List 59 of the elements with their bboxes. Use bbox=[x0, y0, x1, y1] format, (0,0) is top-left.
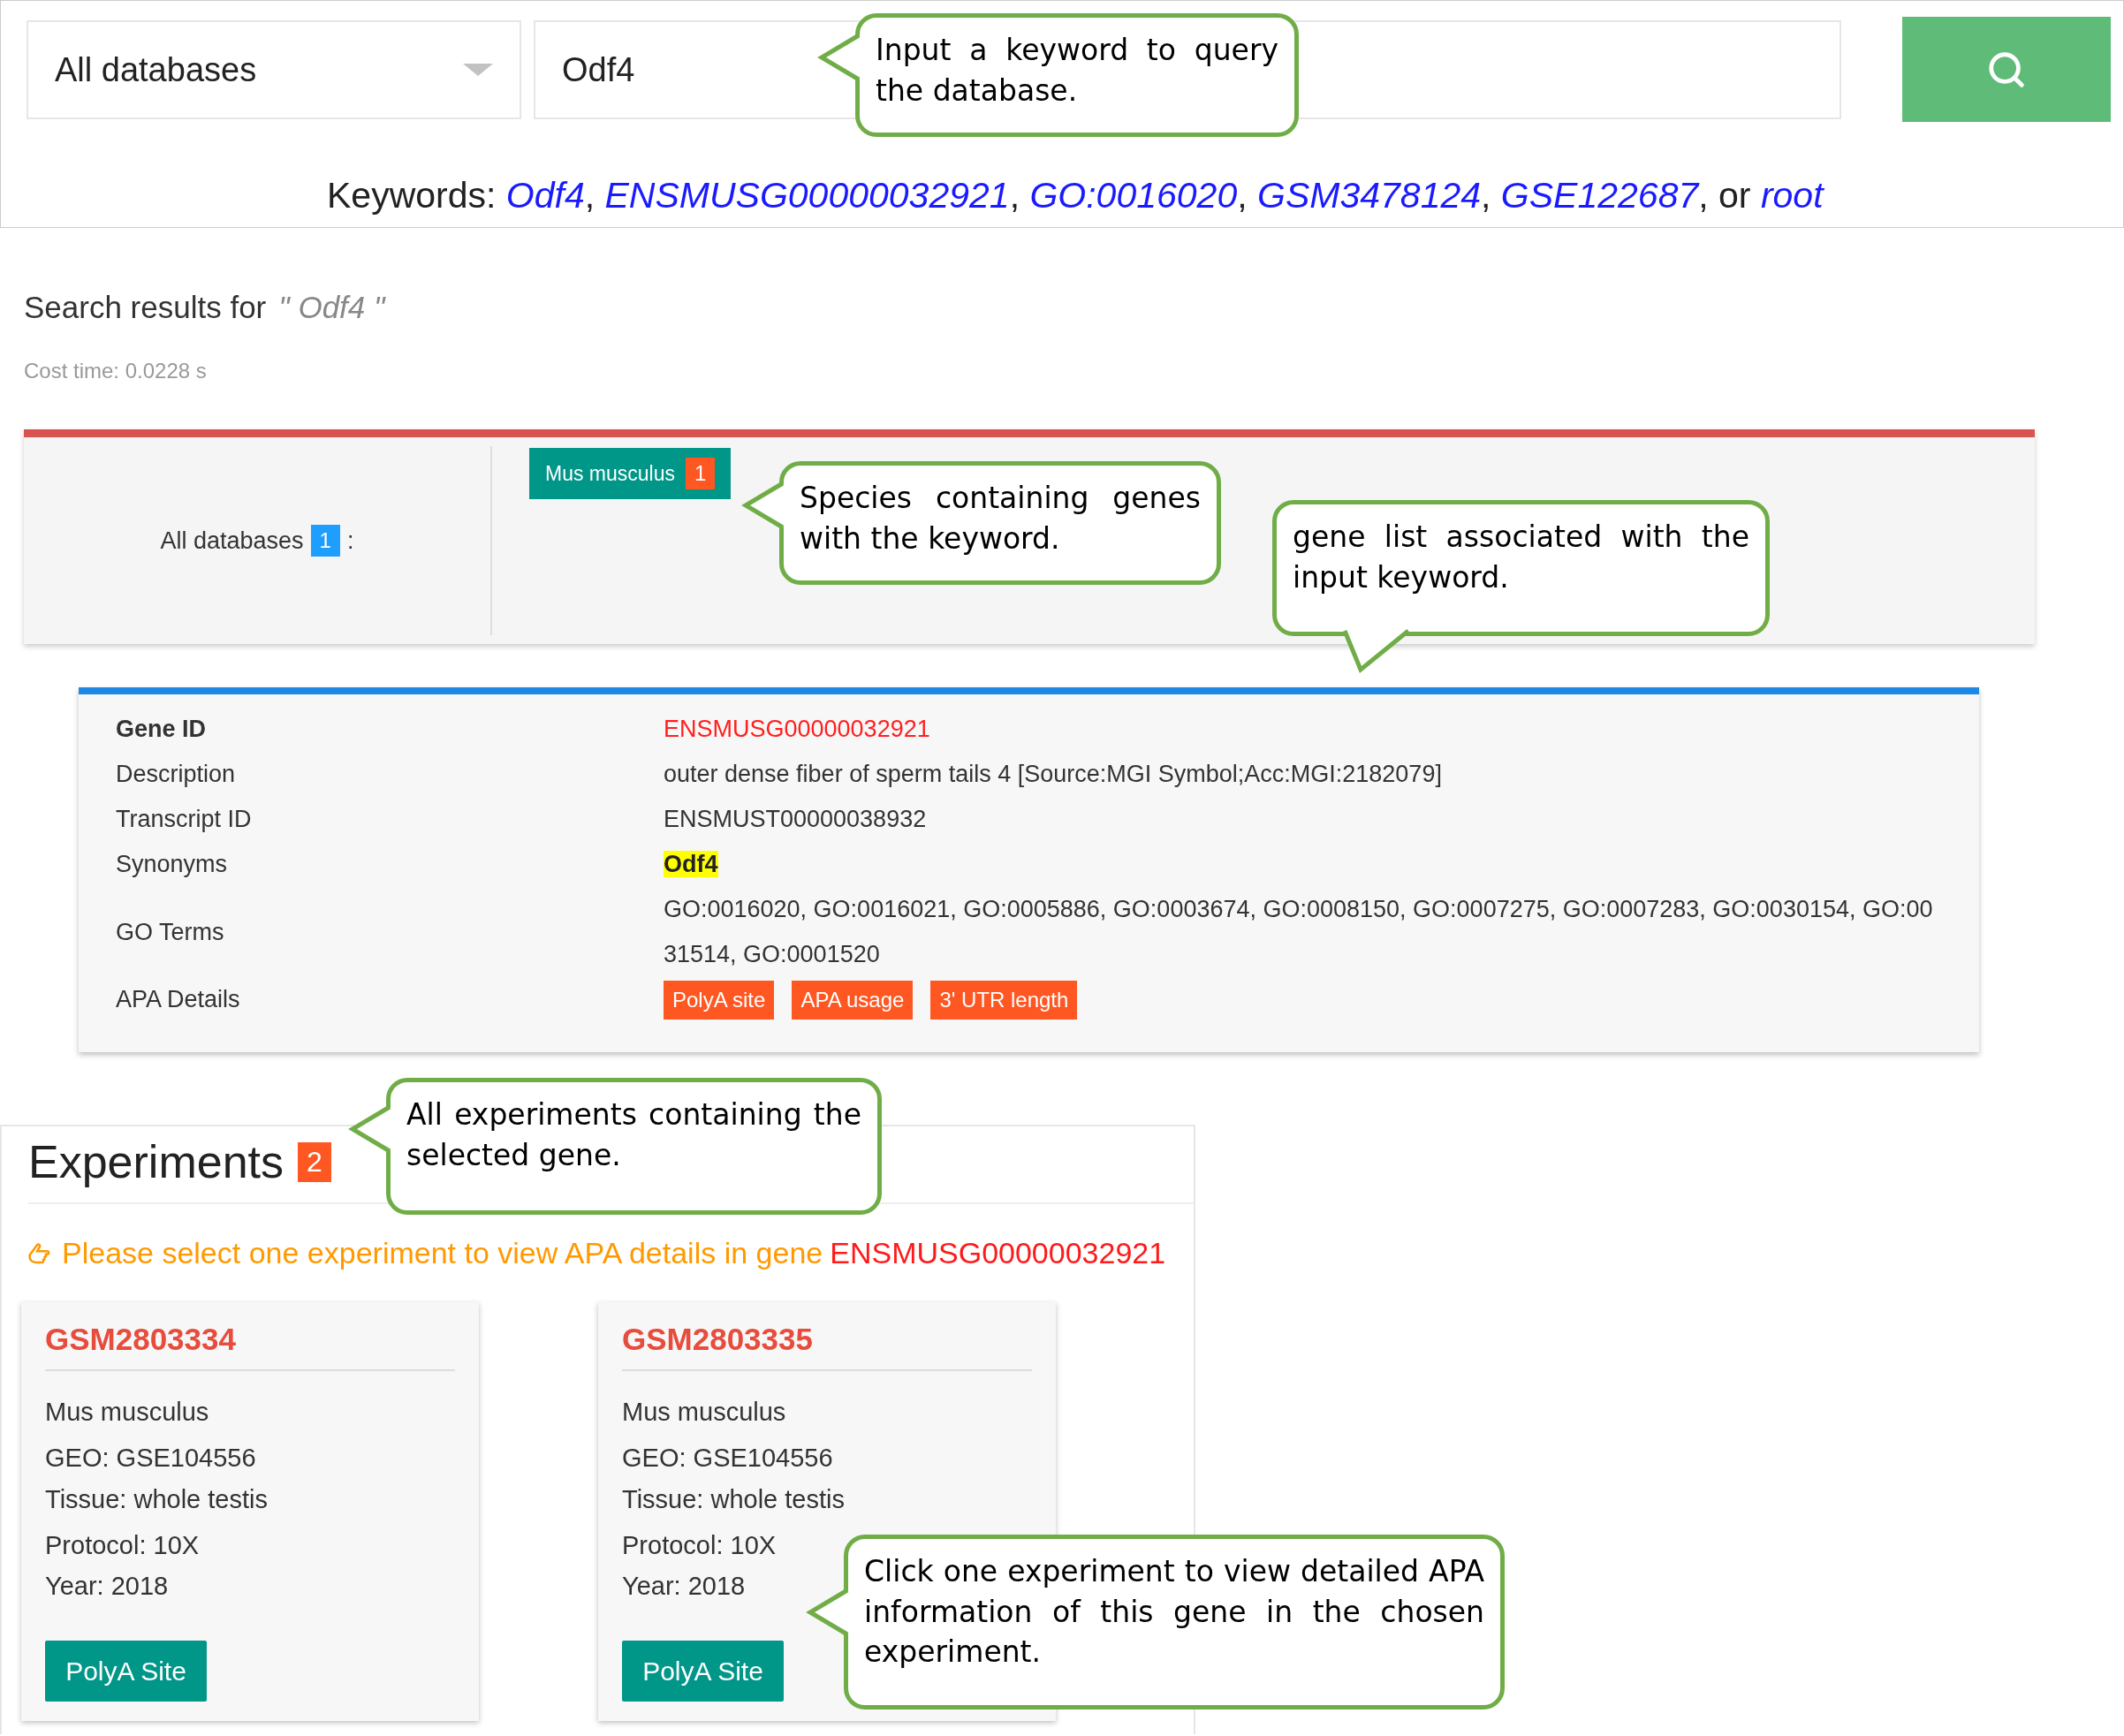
field-label: GO Terms bbox=[116, 918, 225, 946]
callout-pointer bbox=[820, 33, 861, 82]
keyword-link[interactable]: Odf4 bbox=[505, 175, 585, 216]
callout-bubble: All experiments containing the selected gene. bbox=[386, 1078, 882, 1215]
instruction-text: Please select one experiment to view APA details in gene bbox=[62, 1236, 823, 1270]
results-title: Search results for bbox=[24, 290, 267, 325]
experiment-detail: Tissue: whole testis bbox=[622, 1485, 845, 1514]
experiment-detail: Year: 2018 bbox=[45, 1572, 169, 1601]
experiment-detail: GEO: GSE104556 bbox=[45, 1444, 256, 1473]
experiment-detail: Mus musculus bbox=[622, 1398, 786, 1427]
experiment-detail: GEO: GSE104556 bbox=[622, 1444, 833, 1473]
callout-bubble: gene list associated with the input keyword. bbox=[1272, 500, 1770, 636]
experiments-title: Experiments bbox=[28, 1135, 284, 1188]
species-chip[interactable]: Mus musculus 1 bbox=[529, 448, 732, 499]
keyword-link[interactable]: GO:0016020 bbox=[1029, 175, 1238, 216]
field-label: Gene ID bbox=[116, 716, 208, 743]
gene-id-value: ENSMUSG00000032921 bbox=[664, 715, 931, 744]
keyword-link[interactable]: ENSMUSG00000032921 bbox=[604, 175, 1010, 216]
separator-text: , bbox=[584, 175, 596, 216]
callout-pointer bbox=[351, 1104, 391, 1154]
polya-site-button[interactable]: PolyA Site bbox=[45, 1641, 207, 1702]
search-button[interactable] bbox=[1902, 17, 2111, 122]
field-value: ENSMUST00000038932 bbox=[664, 805, 928, 834]
database-select[interactable]: All databases bbox=[27, 20, 521, 119]
colon-text: : bbox=[346, 527, 354, 555]
keyword-link[interactable]: root bbox=[1760, 175, 1824, 216]
field-label: Synonyms bbox=[116, 851, 229, 878]
experiment-detail: Mus musculus bbox=[45, 1398, 209, 1427]
field-value: outer dense fiber of sperm tails 4 [Source:MGI Symbol;Acc:MGI:2182079] bbox=[664, 760, 1443, 789]
highlighted-synonym: Odf4 bbox=[664, 851, 718, 877]
field-label: APA Details bbox=[116, 986, 241, 1013]
callout-pointer bbox=[744, 481, 785, 530]
separator-text: , bbox=[1237, 175, 1248, 216]
cost-time: Cost time: 0.0228 s bbox=[24, 359, 208, 383]
keywords-label: Keywords: bbox=[327, 175, 497, 216]
keyword-link[interactable]: GSM3478124 bbox=[1257, 175, 1482, 216]
polya-site-button[interactable]: PolyA Site bbox=[622, 1641, 784, 1702]
callout-bubble: Click one experiment to view detailed APA information of this gene in the chosen experiment. bbox=[844, 1535, 1505, 1709]
caret-icon bbox=[463, 64, 493, 76]
count-badge: 1 bbox=[310, 525, 340, 557]
separator-text: , bbox=[1481, 175, 1492, 216]
results-query: " Odf4 " bbox=[278, 290, 385, 325]
gene-id-text: ENSMUSG00000032921 bbox=[830, 1236, 1166, 1270]
field-label: Transcript ID bbox=[116, 806, 253, 833]
experiment-detail: Protocol: 10X bbox=[45, 1531, 200, 1560]
experiment-detail: Tissue: whole testis bbox=[45, 1485, 268, 1514]
separator-text: , bbox=[1009, 175, 1021, 216]
keyword-link[interactable]: GSE122687 bbox=[1500, 175, 1699, 216]
callout-pointer bbox=[808, 1588, 849, 1637]
experiment-detail: Year: 2018 bbox=[622, 1572, 746, 1601]
count-badge: 2 bbox=[298, 1141, 331, 1182]
experiment-id: GSM2803335 bbox=[622, 1322, 1032, 1371]
database-label: All databases bbox=[160, 527, 304, 555]
field-label: Description bbox=[116, 761, 237, 788]
field-value: GO:0016020, GO:0016021, GO:0005886, GO:0003674, GO:0008150, GO:0007275, GO:0007283, GO:0030154, GO:0031514, GO:0001520 bbox=[664, 895, 1934, 969]
callout-bubble: Species containing genes with the keyword. bbox=[779, 461, 1221, 585]
experiment-card[interactable]: GSM2803334 Mus musculus GEO: GSE104556 Tissue: whole testis Protocol: 10X Year: 2018 PolyA Site bbox=[21, 1302, 479, 1721]
experiment-detail: Protocol: 10X bbox=[622, 1531, 777, 1560]
experiment-id: GSM2803334 bbox=[45, 1322, 455, 1371]
